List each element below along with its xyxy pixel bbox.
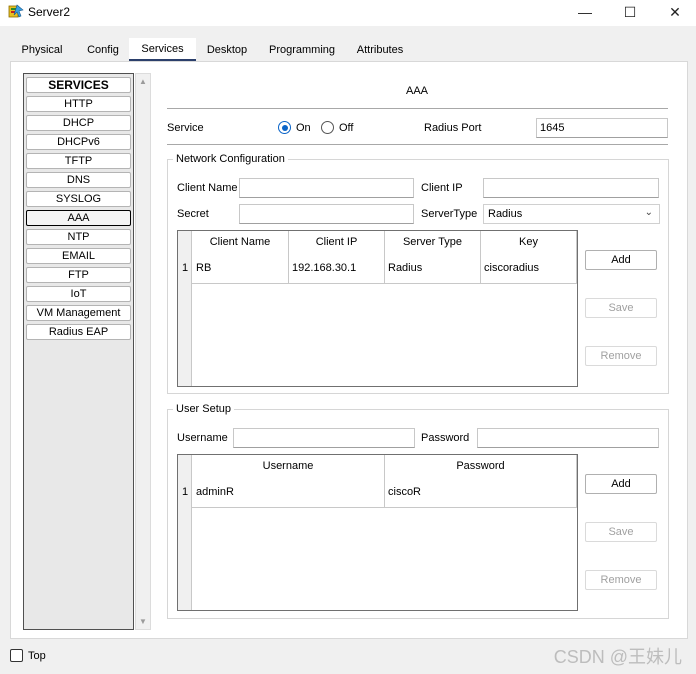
tab-programming[interactable]: Programming (262, 38, 342, 62)
scroll-down-icon[interactable]: ▼ (139, 617, 147, 626)
sidebar-item-ntp[interactable]: NTP (26, 229, 131, 245)
sidebar-item-ftp[interactable]: FTP (26, 267, 131, 283)
secret-input[interactable] (239, 204, 414, 224)
username-label: Username (177, 432, 228, 444)
sidebar-item-http[interactable]: HTTP (26, 96, 131, 112)
cell-client-name: RB (196, 262, 212, 274)
save-client-button[interactable]: Save (585, 298, 657, 318)
cell-server-type: Radius (388, 262, 423, 274)
client-table: Client Name Client IP Server Type Key 1 … (177, 230, 578, 387)
client-name-label: Client Name (177, 182, 238, 194)
tab-attributes[interactable]: Attributes (350, 38, 410, 62)
service-off-radio[interactable] (321, 121, 334, 134)
top-checkbox[interactable] (10, 649, 23, 662)
chevron-down-icon: ⌄ (644, 207, 653, 218)
window-title: Server2 (28, 5, 71, 19)
close-button[interactable]: ✕ (652, 0, 696, 24)
client-ip-input[interactable] (483, 178, 659, 198)
tab-services[interactable]: Services (129, 38, 196, 62)
service-off-label: Off (339, 122, 354, 134)
client-name-input[interactable] (239, 178, 414, 198)
column-header-server-type[interactable]: Server Type (385, 231, 480, 254)
remove-client-button[interactable]: Remove (585, 346, 657, 366)
maximize-button[interactable]: ☐ (607, 0, 653, 24)
service-divider (167, 144, 668, 145)
sidebar-item-radius-eap[interactable]: Radius EAP (26, 324, 131, 340)
aaa-title: AAA (405, 85, 428, 97)
sidebar-item-dhcp[interactable]: DHCP (26, 115, 131, 131)
services-header: SERVICES (26, 77, 131, 93)
secret-label: Secret (177, 208, 209, 220)
network-configuration-group: Network Configuration Client Name Client… (167, 153, 669, 394)
radius-port-input[interactable] (536, 118, 668, 138)
sidebar-item-dns[interactable]: DNS (26, 172, 131, 188)
add-user-button[interactable]: Add (585, 474, 657, 494)
row-number-gutter (178, 231, 191, 386)
watermark: CSDN @王妹儿 (553, 647, 682, 667)
sidebar-item-iot[interactable]: IoT (26, 286, 131, 302)
row-number-gutter (178, 455, 191, 610)
title-divider (167, 108, 668, 109)
service-on-label: On (296, 122, 311, 134)
services-panel: SERVICES HTTP DHCP DHCPv6 TFTP DNS SYSLO… (10, 61, 688, 639)
server-type-label: ServerType (421, 208, 478, 220)
user-setup-title: User Setup (173, 403, 235, 415)
username-input[interactable] (233, 428, 415, 448)
add-client-button[interactable]: Add (585, 250, 657, 270)
tab-physical[interactable]: Physical (10, 38, 74, 62)
scroll-up-icon[interactable]: ▲ (139, 77, 147, 86)
cell-key: ciscoradius (484, 262, 540, 274)
service-on-radio[interactable] (278, 121, 291, 134)
column-header-username[interactable]: Username (192, 455, 384, 478)
service-label: Service (167, 122, 204, 134)
radius-port-label: Radius Port (424, 122, 482, 134)
network-configuration-title: Network Configuration (173, 153, 288, 165)
column-header-password[interactable]: Password (385, 455, 576, 478)
server-type-value: Radius (488, 208, 523, 220)
user-table: Username Password 1 adminR ciscoR (177, 454, 578, 611)
remove-user-button[interactable]: Remove (585, 570, 657, 590)
tab-desktop[interactable]: Desktop (200, 38, 254, 62)
top-checkbox-label: Top (28, 650, 46, 662)
password-input[interactable] (477, 428, 659, 448)
cell-client-ip: 192.168.30.1 (292, 262, 357, 274)
sidebar-item-aaa[interactable]: AAA (26, 210, 131, 226)
title-bar: Server2 — ☐ ✕ (0, 0, 696, 26)
sidebar-item-dhcpv6[interactable]: DHCPv6 (26, 134, 131, 150)
user-setup-group: User Setup Username Password Username Pa… (167, 403, 669, 619)
sidebar-item-tftp[interactable]: TFTP (26, 153, 131, 169)
tab-config[interactable]: Config (78, 38, 128, 62)
save-user-button[interactable]: Save (585, 522, 657, 542)
server-type-select[interactable]: Radius ⌄ (483, 204, 660, 224)
row-number: 1 (182, 486, 189, 498)
sidebar-item-email[interactable]: EMAIL (26, 248, 131, 264)
services-sidebar: SERVICES HTTP DHCP DHCPv6 TFTP DNS SYSLO… (23, 73, 134, 630)
cell-password: ciscoR (388, 486, 422, 498)
row-number: 1 (182, 262, 189, 274)
column-header-key[interactable]: Key (481, 231, 576, 254)
sidebar-item-vm-management[interactable]: VM Management (26, 305, 131, 321)
column-header-client-name[interactable]: Client Name (192, 231, 288, 254)
client-ip-label: Client IP (421, 182, 463, 194)
cell-username: adminR (196, 486, 234, 498)
sidebar-item-syslog[interactable]: SYSLOG (26, 191, 131, 207)
column-header-client-ip[interactable]: Client IP (289, 231, 384, 254)
password-label: Password (421, 432, 470, 444)
minimize-button[interactable]: — (562, 0, 608, 24)
packet-tracer-app-icon (8, 4, 24, 18)
sidebar-scrollbar[interactable]: ▲ ▼ (135, 73, 151, 630)
